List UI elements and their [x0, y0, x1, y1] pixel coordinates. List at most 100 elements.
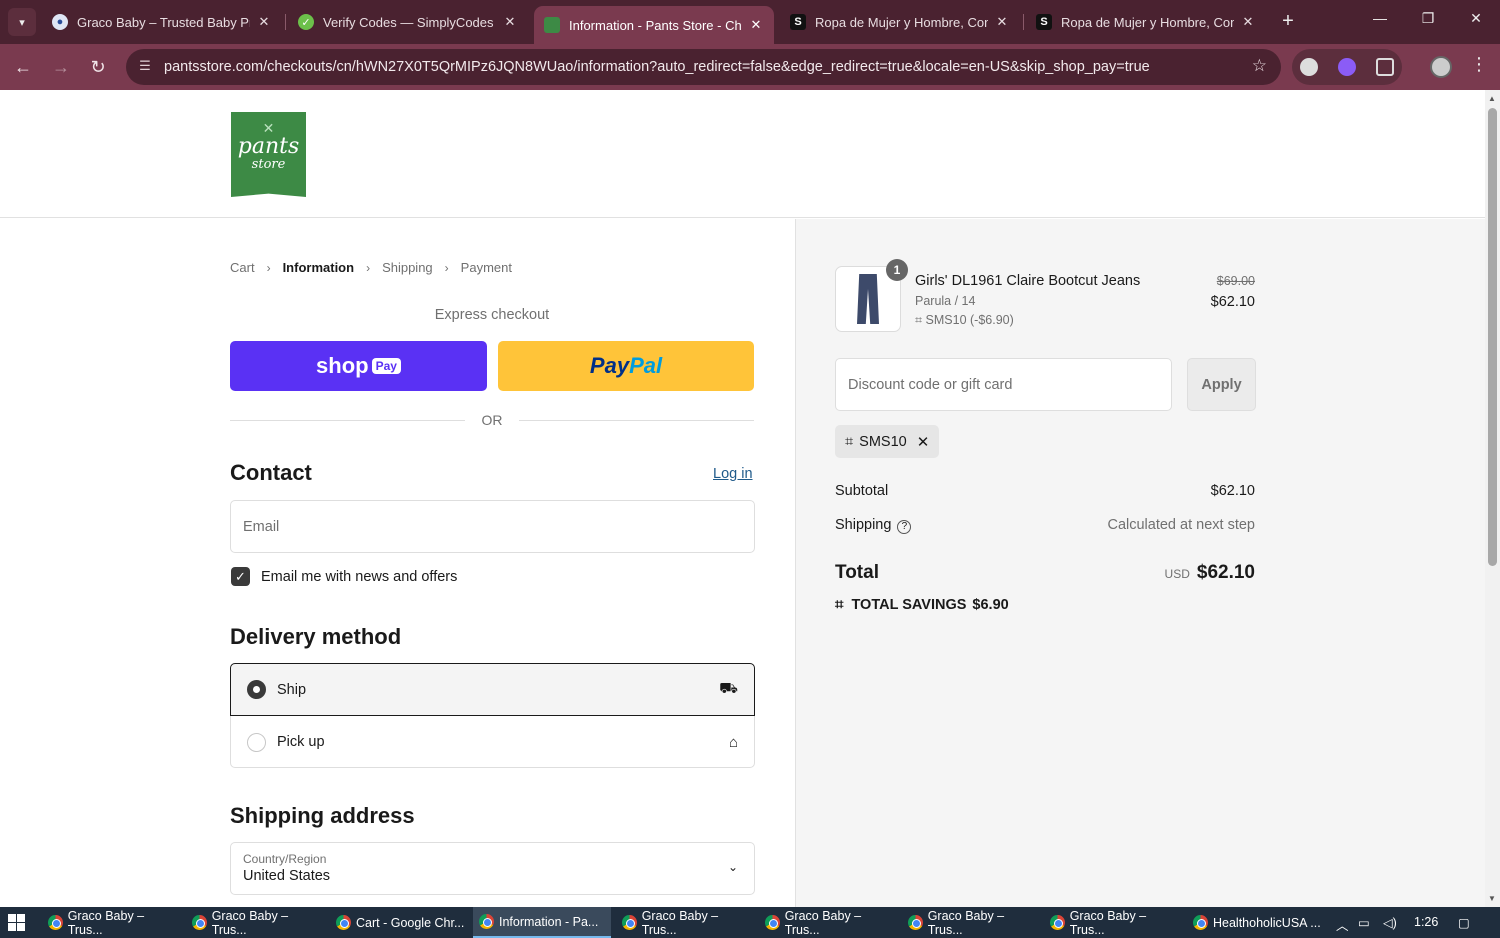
pickup-radio[interactable] — [247, 732, 266, 752]
breadcrumb-cart[interactable]: Cart — [230, 260, 255, 275]
tab-title: Ropa de Mujer y Hombre, Comprar — [815, 14, 988, 30]
chevron-right-icon: › — [366, 260, 371, 275]
tab-graco[interactable]: ● Graco Baby – Trusted Baby Products ✕ — [42, 6, 282, 38]
profile-avatar[interactable] — [1430, 56, 1452, 78]
globe-extension-icon[interactable] — [1300, 58, 1318, 76]
reload-button[interactable]: ↻ — [86, 55, 110, 79]
clock[interactable]: 1:26 — [1414, 915, 1438, 929]
store-logo[interactable]: ✕ pants store — [231, 112, 306, 197]
tab-ropa-1[interactable]: S Ropa de Mujer y Hombre, Comprar ✕ — [780, 6, 1020, 38]
back-button[interactable]: ← — [11, 55, 35, 79]
delivery-option-ship[interactable]: Ship ⛟ — [230, 663, 755, 716]
ship-radio[interactable] — [247, 680, 266, 699]
remove-discount-icon[interactable]: ✕ — [917, 433, 930, 451]
shop-pay-button[interactable]: shop Pay — [230, 341, 487, 391]
taskbar-item[interactable]: Cart - Google Chr... — [330, 907, 468, 938]
close-icon[interactable]: ✕ — [748, 17, 764, 33]
browser-menu-icon[interactable]: ⋮ — [1470, 54, 1488, 75]
discount-placeholder: Discount code or gift card — [848, 376, 1013, 393]
chrome-icon — [622, 915, 637, 930]
taskbar-item-label: Information - Pa... — [499, 914, 599, 929]
currency-code: USD — [1164, 567, 1190, 581]
tab-simplycodes[interactable]: ✓ Verify Codes — SimplyCodes ✕ — [288, 6, 528, 38]
new-tab-button[interactable]: + — [1276, 10, 1300, 34]
scroll-down-icon[interactable]: ▼ — [1488, 894, 1496, 903]
extension-icon[interactable] — [1338, 58, 1356, 76]
help-icon[interactable]: ? — [897, 520, 912, 534]
volume-icon[interactable]: ◁) — [1383, 915, 1397, 930]
email-field[interactable]: Email — [230, 500, 755, 553]
notifications-icon[interactable]: ▢ — [1458, 915, 1470, 930]
site-info-icon[interactable]: ☰ — [136, 58, 154, 76]
close-icon[interactable]: ✕ — [994, 14, 1010, 30]
paypal-label-a: Pay — [589, 353, 630, 378]
shipping-label-row: Shipping? — [835, 517, 912, 534]
taskbar-item[interactable]: Graco Baby – Trus... — [1044, 907, 1182, 938]
page-scrollbar[interactable]: ▲ ▼ — [1485, 90, 1500, 907]
login-link[interactable]: Log in — [713, 466, 753, 482]
apply-button[interactable]: Apply — [1187, 358, 1256, 411]
graco-favicon: ● — [52, 14, 68, 30]
taskbar-item-label: Graco Baby – Trus... — [784, 908, 862, 937]
express-checkout-title: Express checkout — [434, 307, 550, 323]
s-favicon: S — [1036, 14, 1052, 30]
tray-chevron-icon[interactable]: ︿ — [1336, 915, 1349, 934]
close-icon[interactable]: ✕ — [502, 14, 518, 30]
chrome-icon — [908, 915, 923, 930]
discount-code-input[interactable]: Discount code or gift card — [835, 358, 1172, 411]
product-discount: ⌗ SMS10 (-$6.90) — [915, 313, 1014, 328]
taskbar-item[interactable]: Graco Baby – Trus... — [759, 907, 897, 938]
chrome-icon — [336, 915, 351, 930]
scroll-up-icon[interactable]: ▲ — [1488, 94, 1496, 103]
total-savings: ⌗ TOTAL SAVINGS $6.90 — [835, 596, 1009, 613]
minimize-button[interactable]: — — [1360, 10, 1400, 26]
close-icon[interactable]: ✕ — [1240, 14, 1256, 30]
chrome-icon — [192, 915, 207, 930]
tag-icon: ⌗ — [835, 596, 844, 613]
taskbar-item-label: Graco Baby – Trus... — [641, 908, 719, 937]
restore-button[interactable]: ❐ — [1408, 10, 1448, 27]
forward-button[interactable]: → — [49, 55, 73, 79]
taskbar-item[interactable]: Graco Baby – Trus... — [186, 907, 324, 938]
product-variant: Parula / 14 — [915, 294, 976, 308]
taskbar-item[interactable]: Graco Baby – Trus... — [902, 907, 1040, 938]
close-icon[interactable]: ✕ — [256, 14, 272, 30]
address-bar[interactable]: ☰ pantsstore.com/checkouts/cn/hWN27X0T5Q… — [126, 49, 1281, 85]
scrollbar-thumb[interactable] — [1488, 108, 1497, 566]
logo-subtext: store — [251, 157, 286, 172]
breadcrumb-payment: Payment — [460, 260, 512, 275]
puzzle-icon[interactable] — [1376, 58, 1394, 76]
or-divider: OR — [230, 410, 754, 430]
tab-ropa-2[interactable]: S Ropa de Mujer y Hombre, Comprar ✕ — [1026, 6, 1266, 38]
taskbar-item[interactable]: HealthoholicUSA ... — [1187, 907, 1325, 938]
shipping-label: Shipping — [835, 517, 892, 533]
browser-toolbar: ← → ↻ ☰ pantsstore.com/checkouts/cn/hWN2… — [0, 44, 1500, 90]
tab-search-button[interactable]: ▾ — [8, 8, 36, 36]
delivery-option-pickup[interactable]: Pick up ⌂ — [231, 716, 754, 768]
windows-start-icon[interactable] — [8, 914, 26, 931]
newsletter-checkbox[interactable]: ✓ — [231, 567, 250, 586]
subtotal-value: $62.10 — [1210, 483, 1255, 499]
tab-title: Verify Codes — SimplyCodes — [323, 14, 494, 30]
bookmark-star-icon[interactable]: ☆ — [1252, 56, 1267, 76]
applied-code: SMS10 — [859, 433, 907, 450]
taskbar-item[interactable]: Graco Baby – Trus... — [616, 907, 754, 938]
newsletter-option[interactable]: ✓ Email me with news and offers — [231, 567, 457, 586]
tag-icon: ⌗ — [845, 433, 854, 450]
country-label: Country/Region — [243, 852, 327, 866]
chevron-right-icon: › — [444, 260, 449, 275]
chevron-down-icon: ⌄ — [727, 860, 738, 874]
taskbar-item-label: Graco Baby – Trus... — [927, 908, 1005, 937]
network-icon[interactable]: ▭ — [1358, 915, 1370, 930]
country-select[interactable]: Country/Region United States ⌄ — [230, 842, 755, 895]
extensions-group — [1292, 49, 1402, 85]
tab-pants-store[interactable]: Information - Pants Store - Checkout ✕ — [534, 6, 774, 44]
close-window-button[interactable]: ✕ — [1456, 10, 1496, 27]
taskbar-item-label: Graco Baby – Trus... — [67, 908, 145, 937]
taskbar-item[interactable]: Graco Baby – Trus... — [42, 907, 180, 938]
email-placeholder: Email — [243, 518, 280, 535]
taskbar-item-active[interactable]: Information - Pa... — [473, 907, 611, 938]
paypal-button[interactable]: Pay Pal — [498, 341, 754, 391]
chevron-right-icon: › — [266, 260, 271, 275]
breadcrumb-information: Information — [282, 260, 355, 275]
